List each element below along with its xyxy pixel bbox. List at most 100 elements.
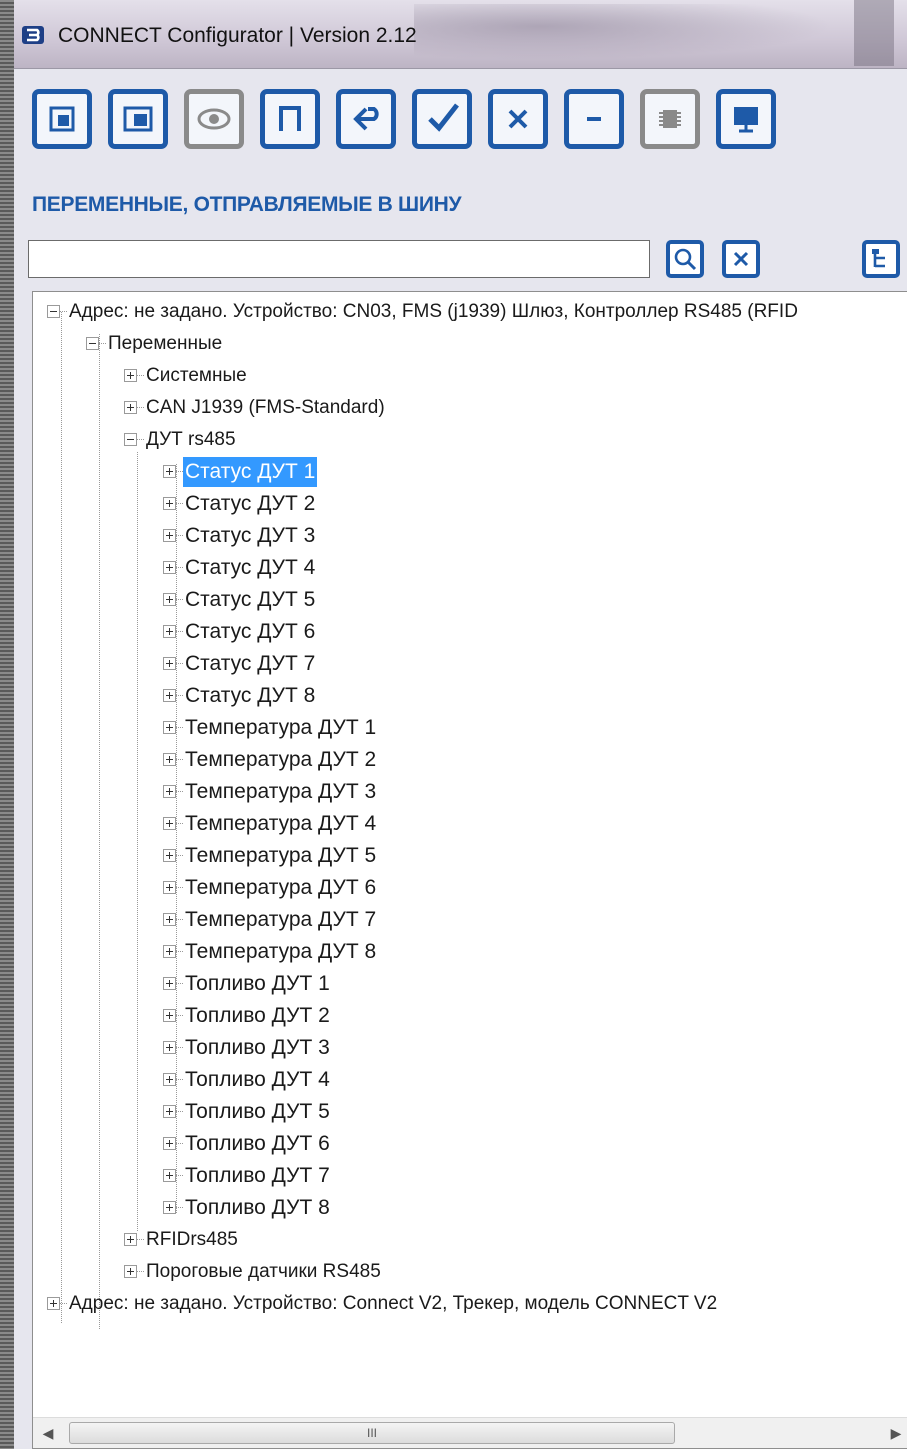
- tree-node-label: Топливо ДУТ 2: [185, 1004, 330, 1027]
- tree-node-label: Температура ДУТ 2: [185, 748, 377, 771]
- tree-node-label: Температура ДУТ 7: [185, 908, 377, 931]
- expand-toggle[interactable]: [163, 561, 176, 574]
- scroll-right-arrow-icon[interactable]: ▶: [881, 1418, 907, 1448]
- expand-toggle[interactable]: [163, 881, 176, 894]
- tree-node-label: Адрес: не задано. Устройство: CN03, FMS …: [69, 301, 798, 322]
- expand-toggle[interactable]: [163, 1009, 176, 1022]
- expand-toggle[interactable]: [163, 689, 176, 702]
- expand-toggle[interactable]: [163, 1169, 176, 1182]
- tree-node-label: Статус ДУТ 8: [185, 684, 316, 707]
- title-bar: CONNECT Configurator | Version 2.12: [14, 0, 907, 69]
- title-bar-background-dark: [854, 0, 894, 66]
- expand-toggle[interactable]: [124, 1233, 137, 1246]
- expand-toggle[interactable]: [124, 369, 137, 382]
- expand-toggle[interactable]: [163, 785, 176, 798]
- search-input[interactable]: [28, 240, 650, 278]
- view-button[interactable]: [184, 89, 244, 149]
- checkmark-icon: [428, 103, 459, 132]
- expand-toggle[interactable]: [163, 721, 176, 734]
- window-title: CONNECT Configurator | Version 2.12: [58, 24, 417, 47]
- expand-toggle[interactable]: [47, 1297, 60, 1310]
- tree-node-label: ДУТ rs485: [146, 429, 236, 450]
- back-button[interactable]: [336, 89, 396, 149]
- magnifier-icon: [674, 248, 697, 271]
- tree-node-label: Статус ДУТ 6: [185, 620, 316, 643]
- export-button[interactable]: [108, 89, 168, 149]
- search-button[interactable]: [666, 240, 704, 278]
- tree-connector: [176, 464, 177, 1214]
- collapse-toggle[interactable]: [86, 337, 99, 350]
- expand-toggle[interactable]: [163, 945, 176, 958]
- tree-node-label: Топливо ДУТ 6: [185, 1132, 330, 1155]
- apply-button[interactable]: [412, 89, 472, 149]
- tree-node-label: Топливо ДУТ 8: [185, 1196, 330, 1219]
- x-icon: [508, 109, 528, 129]
- tree-connector: [137, 452, 138, 1232]
- expand-toggle[interactable]: [163, 977, 176, 990]
- scroll-left-arrow-icon[interactable]: ◀: [33, 1418, 63, 1448]
- tree-view-button[interactable]: [862, 240, 900, 278]
- section-title: ПЕРЕМЕННЫЕ, ОТПРАВЛЯЕМЫЕ В ШИНУ: [32, 193, 462, 216]
- tree-node-label: Температура ДУТ 4: [185, 812, 377, 835]
- title-bar-background: [414, 4, 834, 60]
- tree-node-label: Переменные: [108, 333, 223, 354]
- tree-node-label: Адрес: не задано. Устройство: Connect V2…: [69, 1293, 718, 1314]
- horizontal-scrollbar[interactable]: ◀ III ▶: [33, 1417, 907, 1448]
- expand-toggle[interactable]: [124, 401, 137, 414]
- back-icon: [353, 107, 379, 131]
- clear-x-icon: [733, 251, 749, 267]
- tree-node-label: Статус ДУТ 5: [185, 588, 316, 611]
- expand-toggle[interactable]: [163, 625, 176, 638]
- tree-node-label: Топливо ДУТ 3: [185, 1036, 330, 1059]
- expand-toggle[interactable]: [163, 1073, 176, 1086]
- tree-node-label: Температура ДУТ 8: [185, 940, 377, 963]
- expand-toggle[interactable]: [163, 817, 176, 830]
- tree-node-label: Топливо ДУТ 7: [185, 1164, 330, 1187]
- expand-toggle[interactable]: [124, 1265, 137, 1278]
- scrollbar-thumb[interactable]: III: [69, 1422, 675, 1444]
- expand-toggle[interactable]: [163, 1105, 176, 1118]
- parameters-button[interactable]: [260, 89, 320, 149]
- tree-node-label: Температура ДУТ 5: [185, 844, 377, 867]
- close-button[interactable]: [488, 89, 548, 149]
- main-panel: ПЕРЕМЕННЫЕ, ОТПРАВЛЯЕМЫЕ В ШИНУ Адрес: н…: [14, 69, 907, 1449]
- tree-node-label: Статус ДУТ 4: [185, 556, 316, 579]
- expand-toggle[interactable]: [163, 849, 176, 862]
- variables-tree[interactable]: Адрес: не задано. Устройство: CN03, FMS …: [32, 291, 907, 1449]
- tree-node-label: Статус ДУТ 3: [185, 524, 316, 547]
- expand-toggle[interactable]: [163, 1041, 176, 1054]
- minus-icon: [587, 117, 601, 121]
- expand-toggle[interactable]: [163, 1201, 176, 1214]
- tree-node-label: Системные: [146, 365, 247, 386]
- expand-toggle[interactable]: [163, 1137, 176, 1150]
- expand-toggle[interactable]: [163, 913, 176, 926]
- expand-toggle[interactable]: [163, 529, 176, 542]
- expand-toggle[interactable]: [163, 593, 176, 606]
- minimize-button[interactable]: [564, 89, 624, 149]
- expand-toggle[interactable]: [163, 657, 176, 670]
- tree-node-label: RFIDrs485: [146, 1229, 238, 1250]
- expand-toggle[interactable]: [163, 465, 176, 478]
- tree-node-label: Топливо ДУТ 4: [185, 1068, 330, 1091]
- collapse-toggle[interactable]: [124, 433, 137, 446]
- collapse-toggle[interactable]: [47, 305, 60, 318]
- device-button[interactable]: [640, 89, 700, 149]
- import-button[interactable]: [32, 89, 92, 149]
- tree-node-label: Статус ДУТ 7: [185, 652, 316, 675]
- monitor-button[interactable]: [716, 89, 776, 149]
- tree-node-label: Температура ДУТ 6: [185, 876, 377, 899]
- tree-node-label: Топливо ДУТ 1: [185, 972, 330, 995]
- export-icon: [123, 106, 153, 132]
- expand-toggle[interactable]: [163, 753, 176, 766]
- chip-icon: [659, 110, 681, 128]
- expand-toggle[interactable]: [163, 497, 176, 510]
- clear-search-button[interactable]: [722, 240, 760, 278]
- tree-view-icon: [872, 249, 885, 268]
- tree-node-label: Температура ДУТ 1: [185, 716, 377, 739]
- eye-icon: [197, 108, 231, 130]
- p-icon: [279, 106, 301, 131]
- tree-node-label: Пороговые датчики RS485: [146, 1261, 381, 1282]
- tree-node-label-selected: Статус ДУТ 1: [183, 457, 318, 487]
- tree-node-label: Температура ДУТ 3: [185, 780, 377, 803]
- tree-connector: [61, 312, 62, 1324]
